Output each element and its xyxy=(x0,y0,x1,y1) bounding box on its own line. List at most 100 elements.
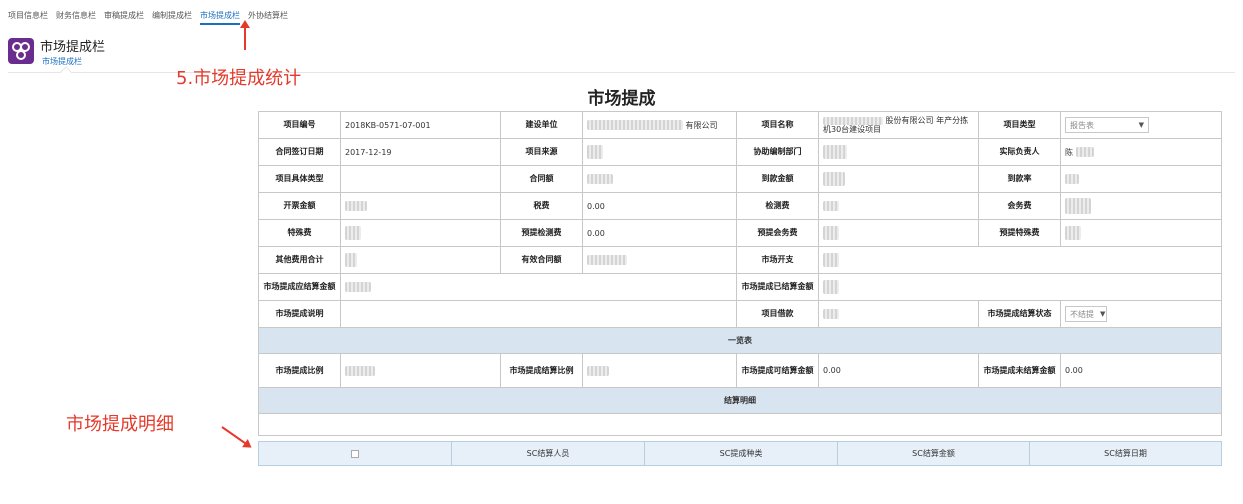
field-label: 市场提成未结算金额 xyxy=(978,353,1061,388)
module-subtab[interactable]: 市场提成栏 xyxy=(42,56,82,67)
settled-value xyxy=(818,273,1222,301)
column-header[interactable]: SC提成种类 xyxy=(644,441,838,466)
invoice-amount-value xyxy=(340,192,501,220)
field-label: 市场提成说明 xyxy=(258,300,341,328)
redacted-block xyxy=(587,255,627,265)
redacted-block xyxy=(823,145,847,159)
redacted-block xyxy=(1065,174,1079,184)
form-row: 合同签订日期 2017-12-19 项目来源 协助编制部门 实际负责人 陈 xyxy=(258,138,1222,166)
project-type-selected: 报告表 xyxy=(1070,120,1094,130)
chevron-down-icon: ▼ xyxy=(1100,310,1106,318)
settle-status-select[interactable]: 不结提 ▼ xyxy=(1065,306,1107,322)
received-rate-value xyxy=(1060,165,1222,193)
field-label: 合同额 xyxy=(500,165,583,193)
construction-unit-value: 有限公司 xyxy=(582,111,737,139)
tab-finance-info[interactable]: 财务信息栏 xyxy=(56,10,96,25)
tab-project-info[interactable]: 项目信息栏 xyxy=(8,10,48,25)
section-row: 一览表 xyxy=(258,327,1222,354)
contract-date-value: 2017-12-19 xyxy=(340,138,501,166)
redacted-block xyxy=(823,280,839,294)
field-label: 有效合同额 xyxy=(500,246,583,274)
field-label: 市场提成可结算金额 xyxy=(736,353,819,388)
redacted-block xyxy=(823,253,839,267)
redacted-block xyxy=(823,226,839,240)
tab-review-commission[interactable]: 审稿提成栏 xyxy=(104,10,144,25)
owner-text: 陈 xyxy=(1065,147,1073,157)
tab-compile-commission[interactable]: 编制提成栏 xyxy=(152,10,192,25)
form-row: 其他费用合计 有效合同额 市场开支 xyxy=(258,246,1222,274)
meeting-fee-value xyxy=(1060,192,1222,220)
should-settle-value xyxy=(340,273,737,301)
redacted-block xyxy=(1065,226,1081,240)
empty-cell xyxy=(258,413,1222,436)
market-commission-form: 项目编号 2018KB-0571-07-001 建设单位 有限公司 项目名称 股… xyxy=(258,111,1222,436)
commission-note-value[interactable] xyxy=(340,300,737,328)
column-header[interactable]: SC结算金额 xyxy=(837,441,1030,466)
received-amount-value xyxy=(818,165,979,193)
project-loan-value xyxy=(818,300,979,328)
field-label: 市场提成结算状态 xyxy=(978,300,1061,328)
active-subtab-caret xyxy=(60,66,72,78)
testing-fee-value xyxy=(818,192,979,220)
redacted-block xyxy=(587,174,613,184)
project-type-cell: 报告表 ▼ xyxy=(1060,111,1222,139)
chevron-down-icon: ▼ xyxy=(1138,121,1144,129)
redacted-block xyxy=(1065,198,1091,214)
owner-value: 陈 xyxy=(1060,138,1222,166)
project-code-value: 2018KB-0571-07-001 xyxy=(340,111,501,139)
form-row: 市场提成比例 市场提成结算比例 市场提成可结算金额 0.00 市场提成未结算金额… xyxy=(258,353,1222,388)
field-label: 项目来源 xyxy=(500,138,583,166)
contract-amount-value xyxy=(582,165,737,193)
field-label: 协助编制部门 xyxy=(736,138,819,166)
tab-outsourcing-settlement[interactable]: 外协结算栏 xyxy=(248,10,288,25)
field-label: 项目名称 xyxy=(736,111,819,139)
select-all-cell xyxy=(258,441,452,466)
settlement-detail-table: SC结算人员 SC提成种类 SC结算金额 SC结算日期 xyxy=(258,441,1222,466)
tax-value: 0.00 xyxy=(582,192,737,220)
page-title: 市场提成 xyxy=(587,89,656,109)
table-header-row: SC结算人员 SC提成种类 SC结算金额 SC结算日期 xyxy=(258,441,1222,466)
field-label: 到款率 xyxy=(978,165,1061,193)
annotation-arrow-diagonal xyxy=(221,426,248,446)
field-label: 会务费 xyxy=(978,192,1061,220)
form-row: 项目具体类型 合同额 到款金额 到款率 xyxy=(258,165,1222,193)
redacted-block xyxy=(823,172,845,186)
pre-special-fee-value xyxy=(1060,219,1222,247)
redacted-block xyxy=(587,120,683,130)
overview-header: 一览表 xyxy=(258,327,1222,354)
tab-market-commission[interactable]: 市场提成栏 xyxy=(200,10,240,25)
field-label: 特殊费 xyxy=(258,219,341,247)
settle-status-selected: 不结提 xyxy=(1070,309,1094,319)
select-all-checkbox[interactable] xyxy=(351,449,359,458)
redacted-block xyxy=(1075,147,1094,157)
special-fee-value xyxy=(340,219,501,247)
field-label: 市场提成比例 xyxy=(258,353,341,388)
construction-unit-text: 有限公司 xyxy=(685,120,718,130)
form-row: 项目编号 2018KB-0571-07-001 建设单位 有限公司 项目名称 股… xyxy=(258,111,1222,139)
column-header[interactable]: SC结算人员 xyxy=(451,441,645,466)
can-settle-value: 0.00 xyxy=(818,353,979,388)
project-type-select[interactable]: 报告表 ▼ xyxy=(1065,117,1149,133)
field-label: 市场提成应结算金额 xyxy=(258,273,341,301)
field-label: 项目借款 xyxy=(736,300,819,328)
annotation-market-detail: 市场提成明细 xyxy=(66,414,174,435)
project-subtype-value xyxy=(340,165,501,193)
redacted-block xyxy=(823,201,839,211)
other-total-value xyxy=(340,246,501,274)
field-label: 实际负责人 xyxy=(978,138,1061,166)
section-row: 结算明细 xyxy=(258,387,1222,414)
settle-status-cell: 不结提 ▼ xyxy=(1060,300,1222,328)
redacted-block xyxy=(823,116,883,125)
redacted-block xyxy=(345,226,361,240)
field-label: 项目类型 xyxy=(978,111,1061,139)
field-label: 预提会务费 xyxy=(736,219,819,247)
annotation-arrow-up xyxy=(240,20,250,50)
redacted-block xyxy=(587,365,609,376)
column-header[interactable]: SC结算日期 xyxy=(1029,441,1222,466)
form-row: 开票金额 税费 0.00 检测费 会务费 xyxy=(258,192,1222,220)
settle-ratio-value xyxy=(582,353,737,388)
form-row: 特殊费 预提检测费 0.00 预提会务费 预提特殊费 xyxy=(258,219,1222,247)
project-source-value xyxy=(582,138,737,166)
unsettled-value: 0.00 xyxy=(1060,353,1222,388)
redacted-block xyxy=(345,365,375,376)
